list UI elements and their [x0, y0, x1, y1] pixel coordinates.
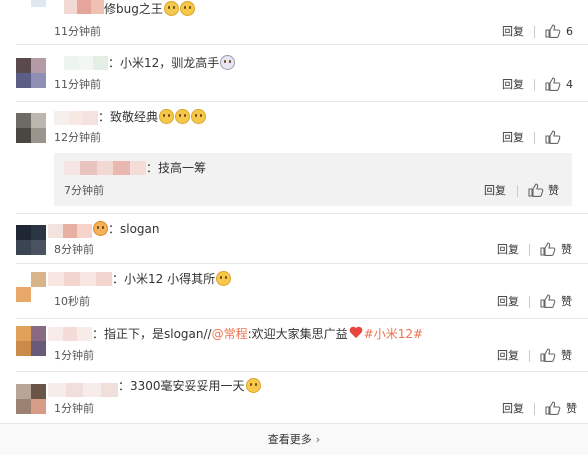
crying-emoji-icon	[163, 1, 179, 16]
timestamp: 1分钟前	[54, 402, 94, 415]
comment-text: ：指正下，是slogan//@常程:欢迎大家集思广益 #小米12#	[92, 325, 423, 343]
doge-emoji-icon	[159, 109, 175, 124]
subreply-box: ：技高一筹 7分钟前 回复 赞	[54, 153, 572, 206]
reply-button[interactable]: 回复	[502, 131, 524, 145]
username-blurred[interactable]	[48, 327, 92, 341]
avatar[interactable]	[16, 225, 46, 255]
reply-button[interactable]: 回复	[502, 78, 524, 92]
comment-text: ：致敬经典	[98, 108, 207, 126]
avatar[interactable]	[16, 113, 46, 143]
separator	[517, 185, 518, 197]
username-blurred[interactable]	[48, 383, 118, 397]
doge-emoji-icon	[175, 109, 191, 124]
timestamp: 8分钟前	[54, 243, 94, 256]
separator	[534, 26, 535, 38]
comment-text: ：3300毫安妥妥用一天	[118, 377, 261, 395]
like-label[interactable]: 赞	[548, 184, 559, 198]
view-more-button[interactable]: 查看更多 ›	[0, 423, 588, 455]
comment-text-content: ：3300毫安妥妥用一天	[118, 379, 245, 393]
comment-text-content: ：小米12，驯龙高手	[108, 56, 220, 70]
vip-badge-icon	[93, 221, 108, 236]
subreply-text: ：技高一筹	[146, 161, 207, 175]
username-blurred[interactable]	[64, 56, 108, 70]
heart-icon	[349, 327, 363, 340]
separator	[529, 244, 530, 256]
comment-text-content: :欢迎大家集思广益	[247, 327, 348, 341]
comment-panel: 修bug之王 11分钟前 回复 6 ：小米12，驯龙高手 11分钟前 回复 4	[0, 0, 588, 455]
separator	[529, 296, 530, 308]
doge-emoji-icon	[179, 1, 195, 16]
chevron-right-icon: ›	[315, 433, 321, 446]
divider	[16, 44, 588, 45]
timestamp: 12分钟前	[54, 131, 101, 144]
thumbs-up-icon[interactable]	[540, 242, 556, 256]
thumbs-up-icon[interactable]	[545, 130, 561, 144]
comment-text-content: ：致敬经典	[98, 110, 159, 124]
comment-text-content: ：小米12 小得其所	[112, 272, 216, 286]
doge-emoji-icon	[216, 271, 232, 286]
divider	[16, 213, 588, 214]
reply-button[interactable]: 回复	[502, 25, 524, 39]
comment-text-content: ：slogan	[108, 222, 160, 236]
timestamp: 11分钟前	[54, 25, 101, 38]
username-blurred[interactable]	[64, 0, 104, 14]
eye-emoji-icon	[220, 55, 236, 70]
divider	[16, 318, 588, 319]
thumbs-up-icon[interactable]	[545, 24, 561, 38]
avatar[interactable]	[16, 58, 46, 88]
reply-button[interactable]: 回复	[502, 402, 524, 416]
avatar[interactable]	[16, 0, 46, 14]
like-label[interactable]: 赞	[561, 243, 572, 257]
divider	[16, 101, 588, 102]
comment-text-content: ：指正下，是slogan//	[92, 327, 212, 341]
comment-text: ：slogan	[92, 220, 160, 238]
thumbs-up-icon[interactable]	[545, 401, 561, 415]
divider	[16, 263, 588, 264]
thumbs-up-icon[interactable]	[540, 294, 556, 308]
comment-text-content: 修bug之王	[104, 2, 163, 16]
separator	[534, 132, 535, 144]
timestamp: 10秒前	[54, 295, 90, 308]
username-blurred[interactable]	[48, 272, 112, 286]
doge-emoji-icon	[245, 378, 261, 393]
view-more-label: 查看更多	[267, 433, 312, 446]
divider	[16, 371, 588, 372]
avatar[interactable]	[16, 326, 46, 356]
avatar[interactable]	[16, 272, 46, 302]
avatar[interactable]	[16, 384, 46, 414]
like-count: 6	[566, 25, 573, 38]
username-blurred[interactable]	[64, 161, 146, 175]
like-label[interactable]: 赞	[566, 402, 577, 416]
separator	[529, 350, 530, 362]
timestamp: 1分钟前	[54, 349, 94, 362]
timestamp: 7分钟前	[64, 184, 104, 197]
topic-hashtag-link[interactable]: #小米12#	[364, 327, 423, 341]
comment-text: 修bug之王	[104, 0, 195, 18]
comment-text: ：小米12 小得其所	[112, 270, 232, 288]
reply-button[interactable]: 回复	[497, 243, 519, 257]
username-blurred[interactable]	[54, 111, 98, 125]
like-label[interactable]: 赞	[561, 295, 572, 309]
reply-button[interactable]: 回复	[484, 184, 506, 198]
like-count: 4	[566, 78, 573, 91]
reply-button[interactable]: 回复	[497, 295, 519, 309]
separator	[534, 403, 535, 415]
reply-button[interactable]: 回复	[497, 349, 519, 363]
doge-emoji-icon	[191, 109, 207, 124]
thumbs-up-icon[interactable]	[528, 183, 544, 197]
username-blurred[interactable]	[48, 224, 92, 238]
thumbs-up-icon[interactable]	[540, 348, 556, 362]
separator	[534, 79, 535, 91]
timestamp: 11分钟前	[54, 78, 101, 91]
comment-text: ：小米12，驯龙高手	[108, 54, 236, 72]
like-label[interactable]: 赞	[561, 349, 572, 363]
user-mention-link[interactable]: @常程	[212, 327, 248, 341]
thumbs-up-icon[interactable]	[545, 77, 561, 91]
